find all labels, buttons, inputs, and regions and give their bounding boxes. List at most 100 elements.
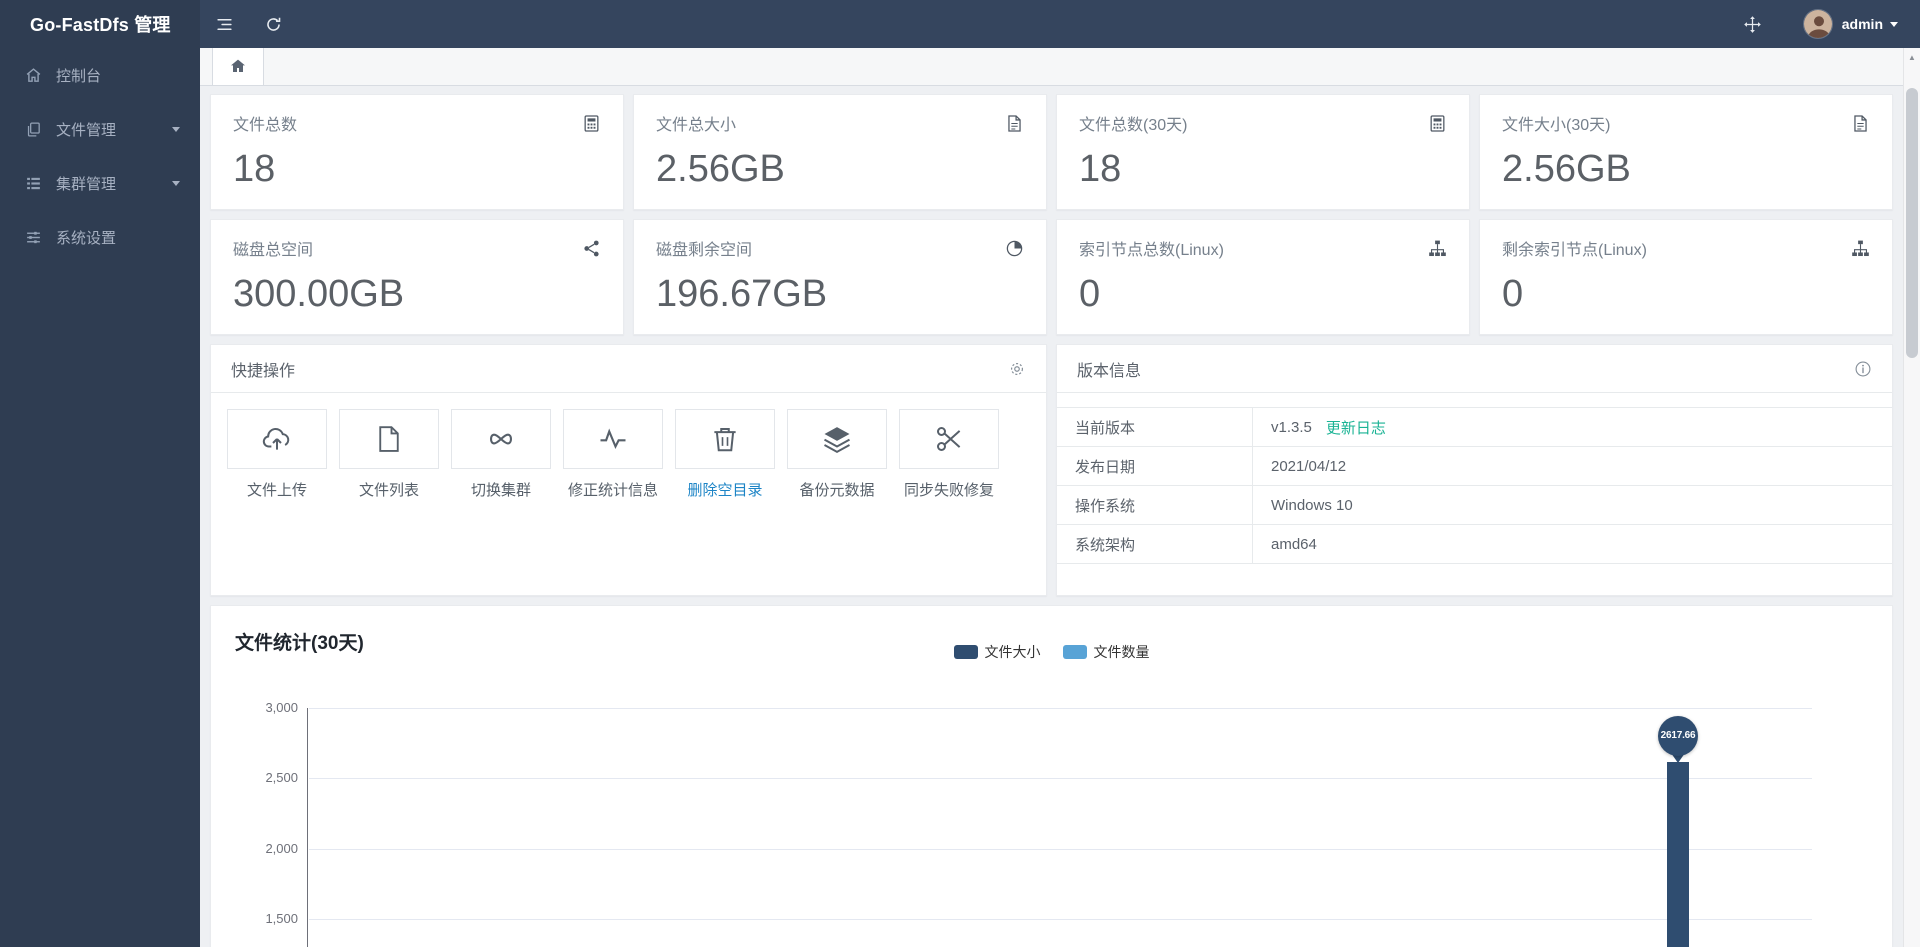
caret-down-icon (172, 127, 180, 132)
sidebar-item-cluster[interactable]: 集群管理 (0, 156, 200, 210)
share-nodes-icon (582, 239, 601, 258)
sidebar-toggle-button[interactable] (200, 0, 249, 48)
pie-icon (1005, 239, 1024, 258)
calculator-icon (582, 114, 601, 133)
home-icon (25, 67, 42, 84)
action-file-list[interactable]: 文件列表 (339, 409, 439, 500)
main-area: 文件总数 18 文件总大小 2.56GB (200, 48, 1903, 947)
fullscreen-button[interactable] (1728, 0, 1777, 48)
stat-value: 300.00GB (233, 273, 601, 316)
stat-disk-total: 磁盘总空间 300.00GB (210, 219, 624, 335)
gear-icon[interactable] (1008, 360, 1026, 378)
sidebar-item-files[interactable]: 文件管理 (0, 102, 200, 156)
stat-label: 剩余索引节点(Linux) (1502, 236, 1647, 260)
version-row: 当前版本 v1.3.5 更新日志 (1057, 408, 1892, 447)
sidebar-item-label: 集群管理 (56, 173, 116, 194)
version-info-title: 版本信息 (1077, 357, 1141, 381)
chart-gridline (309, 849, 1812, 850)
top-navbar: Go-FastDfs 管理 admin (0, 0, 1920, 48)
user-menu[interactable]: admin (1803, 9, 1898, 39)
file-icon (1851, 114, 1870, 133)
sidebar-item-label: 控制台 (56, 65, 101, 86)
version-row-value: v1.3.5 (1253, 419, 1312, 436)
stat-inodes-total: 索引节点总数(Linux) 0 (1056, 219, 1470, 335)
calculator-icon (1428, 114, 1447, 133)
caret-down-icon (172, 181, 180, 186)
version-row-label: 当前版本 (1057, 408, 1253, 446)
chart-gridline (309, 778, 1812, 779)
version-row-label: 系统架构 (1057, 525, 1253, 563)
action-upload-file[interactable]: 文件上传 (227, 409, 327, 500)
chart-gridline (309, 708, 1812, 709)
stat-total-files-30d: 文件总数(30天) 18 (1056, 94, 1470, 210)
stat-label: 磁盘剩余空间 (656, 236, 752, 260)
sitemap-icon (1428, 239, 1447, 258)
version-row-label: 操作系统 (1057, 486, 1253, 524)
chart-plot: 3,0002,5002,0001,5002617.66 (307, 708, 1812, 947)
tab-home[interactable] (212, 48, 264, 85)
scissors-icon (934, 424, 964, 454)
scroll-up-arrow[interactable]: ▲ (1904, 48, 1920, 66)
chart-bar-file-size[interactable] (1667, 762, 1689, 947)
chart-markpoint-label: 2617.66 (1658, 716, 1698, 756)
scrollbar-thumb[interactable] (1906, 88, 1918, 358)
refresh-button[interactable] (249, 0, 298, 48)
version-table: 当前版本 v1.3.5 更新日志 发布日期 2021/04/12 操作系统 Wi… (1057, 407, 1892, 564)
stat-value: 0 (1502, 273, 1870, 316)
version-row: 发布日期 2021/04/12 (1057, 447, 1892, 486)
version-row-value: 2021/04/12 (1253, 458, 1346, 475)
pulse-icon (598, 424, 628, 454)
legend-swatch (1063, 645, 1087, 659)
refresh-icon (264, 15, 283, 34)
version-row: 系统架构 amd64 (1057, 525, 1892, 564)
stat-value: 2.56GB (1502, 148, 1870, 191)
action-repair-sync[interactable]: 同步失败修复 (899, 409, 999, 500)
stat-label: 文件大小(30天) (1502, 111, 1610, 135)
legend-item-file-count[interactable]: 文件数量 (1063, 642, 1150, 662)
sidebar-item-console[interactable]: 控制台 (0, 48, 200, 102)
action-fix-statistics[interactable]: 修正统计信息 (563, 409, 663, 500)
sidebar-item-label: 系统设置 (56, 227, 116, 248)
sidebar: 控制台 文件管理 集群管理 系统设置 (0, 48, 200, 947)
cloud-upload-icon (262, 424, 292, 454)
stat-value: 18 (233, 148, 601, 191)
dashboard-content: 文件总数 18 文件总大小 2.56GB (200, 86, 1903, 947)
sidebar-item-settings[interactable]: 系统设置 (0, 210, 200, 264)
stat-value: 196.67GB (656, 273, 1024, 316)
file-icon (1005, 114, 1024, 133)
avatar (1803, 9, 1833, 39)
caret-down-icon (1890, 22, 1898, 27)
trash-icon (710, 424, 740, 454)
chart-ytick-label: 2,500 (242, 770, 298, 785)
stat-value: 18 (1079, 148, 1447, 191)
stat-disk-free: 磁盘剩余空间 196.67GB (633, 219, 1047, 335)
action-backup-metadata[interactable]: 备份元数据 (787, 409, 887, 500)
stat-cards-grid: 文件总数 18 文件总大小 2.56GB (210, 94, 1893, 335)
files-icon (25, 121, 42, 138)
stat-inodes-free: 剩余索引节点(Linux) 0 (1479, 219, 1893, 335)
hamburger-icon (215, 15, 234, 34)
home-icon (230, 58, 246, 74)
stat-total-size: 文件总大小 2.56GB (633, 94, 1047, 210)
chart-ytick-label: 3,000 (242, 700, 298, 715)
info-icon (1854, 360, 1872, 378)
changelog-link[interactable]: 更新日志 (1326, 417, 1386, 438)
version-row: 操作系统 Windows 10 (1057, 486, 1892, 525)
sidebar-item-label: 文件管理 (56, 119, 116, 140)
stat-label: 索引节点总数(Linux) (1079, 236, 1224, 260)
app-root: Go-FastDfs 管理 admin (0, 0, 1920, 947)
action-delete-empty-dir[interactable]: 删除空目录 (675, 409, 775, 500)
chart-ytick-label: 2,000 (242, 841, 298, 856)
legend-item-file-size[interactable]: 文件大小 (954, 642, 1041, 662)
stat-value: 2.56GB (656, 148, 1024, 191)
legend-swatch (954, 645, 978, 659)
vertical-scrollbar[interactable]: ▲ (1903, 48, 1920, 947)
chart-gridline (309, 919, 1812, 920)
infinity-icon (486, 424, 516, 454)
quick-actions-panel: 快捷操作 文件上传 文件列表 (210, 344, 1047, 596)
list-icon (25, 175, 42, 192)
brand-title: Go-FastDfs 管理 (0, 0, 200, 48)
sliders-icon (25, 229, 42, 246)
stat-value: 0 (1079, 273, 1447, 316)
action-switch-cluster[interactable]: 切换集群 (451, 409, 551, 500)
